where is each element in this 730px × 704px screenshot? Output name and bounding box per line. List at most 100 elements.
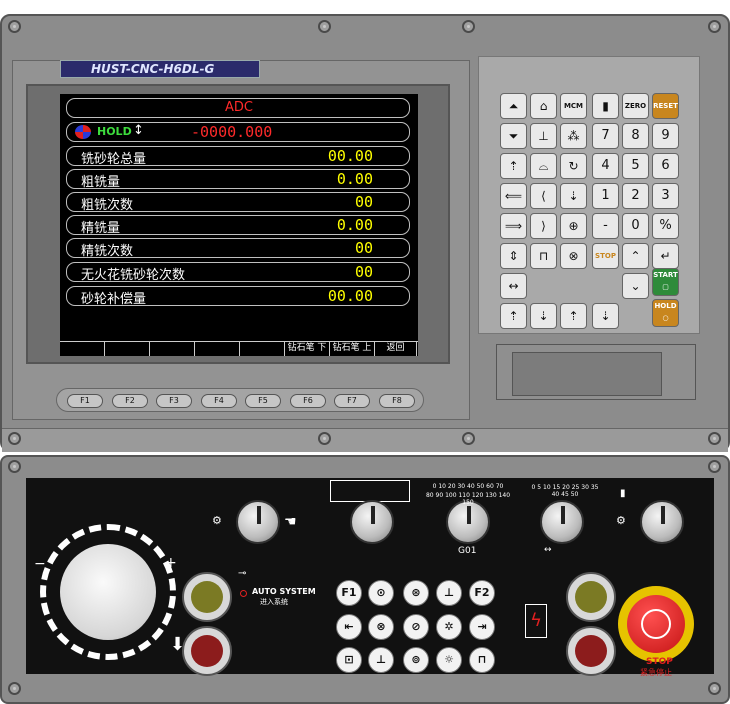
key-8[interactable]: 8 [622, 123, 649, 149]
top-panel-lower-strip [2, 428, 728, 452]
stop-label: STOP [646, 657, 673, 667]
page-down-icon[interactable]: ⌄ [622, 273, 649, 299]
f8-key[interactable]: F8 [379, 394, 415, 408]
power-off-button[interactable] [566, 626, 616, 676]
power-on-button[interactable] [566, 572, 616, 622]
key-7[interactable]: 7 [592, 123, 619, 149]
coolant-off-icon[interactable]: ⊘ [403, 614, 429, 640]
override-knob[interactable] [236, 500, 280, 544]
key-percent[interactable]: % [652, 213, 679, 239]
rotate-icon[interactable]: ↻ [560, 153, 587, 179]
start-button[interactable]: START ▢ [652, 268, 679, 296]
key-minus[interactable]: - [592, 213, 619, 239]
lube-icon[interactable]: ⊚ [403, 647, 429, 673]
clamp-icon[interactable]: ⊓ [530, 243, 557, 269]
param-value: 00 [354, 263, 373, 281]
f1-key[interactable]: F1 [67, 394, 103, 408]
tool-up-icon[interactable]: ⇡ [560, 303, 587, 329]
tool-down-icon[interactable]: ⇣ [592, 303, 619, 329]
spindle-stop-icon[interactable]: ⊗ [368, 614, 394, 640]
enter-icon[interactable]: ↵ [652, 243, 679, 269]
key-3[interactable]: 3 [652, 183, 679, 209]
tool-left-icon[interactable]: ⟨ [530, 183, 557, 209]
cycle-start-button[interactable] [182, 572, 232, 622]
range-icon[interactable]: ↔ [500, 273, 527, 299]
table-right-icon[interactable]: ⇥ [469, 614, 495, 640]
jog-down-icon[interactable]: ⏷ [500, 123, 527, 149]
axis-down-icon[interactable]: ⇣ [530, 303, 557, 329]
coolant-on-icon[interactable]: ⊛ [403, 580, 429, 606]
f2-key[interactable]: F2 [112, 394, 148, 408]
param-row[interactable]: 砂轮补偿量 00.00 [66, 286, 410, 307]
wheel-dress-icon[interactable]: ✲ [436, 614, 462, 640]
stop-button[interactable]: STOP [592, 243, 619, 269]
coolant-icon[interactable]: ⁂ [560, 123, 587, 149]
param-row[interactable]: 精铣次数 00 [66, 238, 410, 259]
zero-button[interactable]: ZERO [622, 93, 649, 119]
wheel-icon[interactable]: ⌓ [530, 153, 557, 179]
mode-selector-knob[interactable] [350, 500, 394, 544]
spindle-cw-icon[interactable]: ⊙ [368, 580, 394, 606]
table-left-icon[interactable]: ⇤ [336, 614, 362, 640]
softkey-8[interactable]: 返回 [375, 342, 417, 356]
key-5[interactable]: 5 [622, 153, 649, 179]
jog-left-icon[interactable]: ⟸ [500, 183, 527, 209]
dress-cycle-icon[interactable]: ⊥ [368, 647, 394, 673]
indicator-light [240, 590, 247, 597]
hold-button[interactable]: HOLD ○ [652, 299, 679, 327]
card-slot[interactable] [512, 352, 662, 396]
feed-override-knob[interactable] [446, 500, 490, 544]
param-row[interactable]: 无火花铣砂轮次数 00 [66, 262, 410, 283]
param-label: 无火花铣砂轮次数 [81, 268, 186, 283]
key-6[interactable]: 6 [652, 153, 679, 179]
f6-key[interactable]: F6 [290, 394, 326, 408]
cycle-stop-button[interactable] [182, 626, 232, 676]
screen-title: ADC [225, 100, 253, 115]
param-row[interactable]: 铣砂轮总量 00.00 [66, 146, 410, 167]
auto-cycle-icon[interactable]: ⊡ [336, 647, 362, 673]
reset-button[interactable]: RESET [652, 93, 679, 119]
feed-updown-icon[interactable]: ⇕ [500, 243, 527, 269]
wheel-speed-knob[interactable] [640, 500, 684, 544]
tool-right-icon[interactable]: ⟩ [530, 213, 557, 239]
key-1[interactable]: 1 [592, 183, 619, 209]
magnet-icon[interactable]: ⊓ [469, 647, 495, 673]
softkey-3[interactable] [150, 342, 195, 356]
f2-button[interactable]: F2 [469, 580, 495, 606]
f3-key[interactable]: F3 [156, 394, 192, 408]
feed-scale-high: 80 90 100 110 120 130 140 150 [425, 492, 511, 506]
f1-button[interactable]: F1 [336, 580, 362, 606]
dresser-icon[interactable]: ⊕ [560, 213, 587, 239]
f5-key[interactable]: F5 [245, 394, 281, 408]
axis-up-icon[interactable]: ⇡ [500, 303, 527, 329]
param-row[interactable]: 精铣量 0.00 [66, 215, 410, 236]
key-4[interactable]: 4 [592, 153, 619, 179]
softkey-2[interactable] [105, 342, 150, 356]
handwheel[interactable] [60, 544, 156, 640]
jog-right-icon[interactable]: ⟹ [500, 213, 527, 239]
softkey-7[interactable]: 钻石笔 上 [330, 342, 375, 356]
feed-up-icon[interactable]: ⇡ [500, 153, 527, 179]
lock-icon[interactable]: ⊗ [560, 243, 587, 269]
key-9[interactable]: 9 [652, 123, 679, 149]
down-feed-icon[interactable]: ⇣ [560, 183, 587, 209]
key-2[interactable]: 2 [622, 183, 649, 209]
param-row[interactable]: 粗铣量 0.00 [66, 169, 410, 190]
spindle-icon[interactable]: ▮ [592, 93, 619, 119]
f4-key[interactable]: F4 [201, 394, 237, 408]
tool-set-icon[interactable]: ⊥ [436, 580, 462, 606]
param-row[interactable]: 粗铣次数 00 [66, 192, 410, 213]
f7-key[interactable]: F7 [334, 394, 370, 408]
home-icon[interactable]: ⌂ [530, 93, 557, 119]
softkey-6[interactable]: 钻石笔 下 [285, 342, 330, 356]
mcm-button[interactable]: MCM [560, 93, 587, 119]
page-up-icon[interactable]: ⌃ [622, 243, 649, 269]
key-0[interactable]: 0 [622, 213, 649, 239]
jog-up-icon[interactable]: ⏶ [500, 93, 527, 119]
spindle-override-knob[interactable] [540, 500, 584, 544]
softkey-1[interactable] [60, 342, 105, 356]
softkey-5[interactable] [240, 342, 285, 356]
softkey-4[interactable] [195, 342, 240, 356]
light-icon[interactable]: ☼ [436, 647, 462, 673]
tool-icon[interactable]: ⊥ [530, 123, 557, 149]
